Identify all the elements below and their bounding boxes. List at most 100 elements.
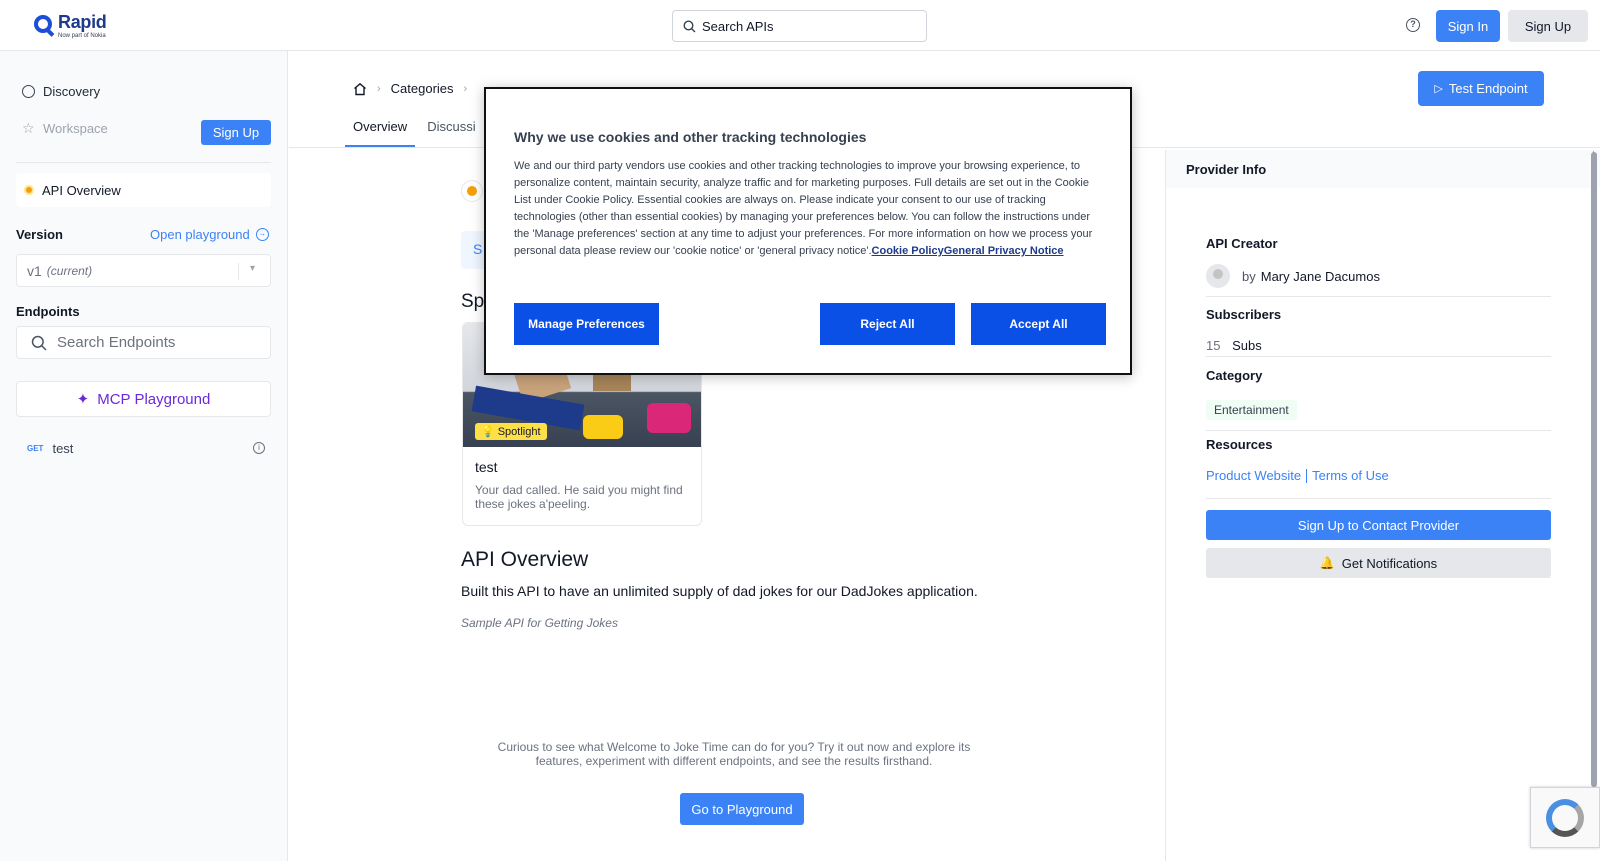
resources-links: Product Website Terms of Use: [1206, 468, 1389, 483]
home-icon[interactable]: [353, 82, 367, 96]
divider: [1206, 296, 1551, 297]
category-label: Category: [1206, 368, 1263, 383]
logo-subtitle: Now part of Nokia: [58, 33, 106, 39]
api-creator[interactable]: by Mary Jane Dacumos: [1206, 264, 1380, 288]
api-creator-label: API Creator: [1206, 236, 1278, 251]
avatar: [1206, 264, 1230, 288]
get-notifications-button[interactable]: 🔔 Get Notifications: [1206, 548, 1551, 578]
subscribers-unit: Subs: [1232, 338, 1262, 353]
endpoints-label: Endpoints: [16, 304, 80, 319]
select-separator: [238, 263, 239, 280]
product-website-link[interactable]: Product Website: [1206, 468, 1301, 483]
accept-all-button[interactable]: Accept All: [971, 303, 1106, 345]
lightbulb-icon: 💡: [481, 426, 495, 438]
contact-provider-button[interactable]: Sign Up to Contact Provider: [1206, 510, 1551, 540]
search-apis-input[interactable]: Search APIs: [672, 10, 927, 42]
sign-in-button[interactable]: Sign In: [1436, 10, 1500, 42]
search-endpoints-input[interactable]: Search Endpoints: [16, 326, 271, 359]
get-notifications-label: Get Notifications: [1341, 555, 1438, 571]
chevron-right-icon: ›: [377, 82, 381, 95]
spotlight-heading: Sp: [461, 291, 485, 312]
info-icon[interactable]: i: [253, 442, 265, 454]
cookie-body-text: We and our third party vendors use cooki…: [514, 160, 1093, 257]
search-icon: [683, 19, 696, 32]
search-apis-placeholder: Search APIs: [702, 18, 774, 34]
version-value: v1: [27, 262, 42, 279]
sidebar-item-label: Workspace: [43, 121, 108, 136]
breadcrumb: › Categories ›: [353, 81, 477, 96]
creator-name: Mary Jane Dacumos: [1260, 268, 1380, 284]
chevron-down-icon: ▾: [250, 263, 256, 274]
left-sidebar: Discovery ☆ Workspace Sign Up API Overvi…: [0, 51, 288, 861]
scrollbar[interactable]: [1591, 152, 1597, 787]
rapid-logo-icon: [34, 15, 52, 33]
sidebar-sign-up-button[interactable]: Sign Up: [201, 120, 271, 145]
version-label: Version: [16, 227, 63, 242]
manage-preferences-button[interactable]: Manage Preferences: [514, 303, 659, 345]
sparkle-icon: ✦: [76, 391, 90, 408]
method-badge: GET: [27, 444, 44, 453]
resources-label: Resources: [1206, 437, 1273, 452]
arrow-circle-icon: →: [255, 228, 269, 241]
search-endpoints-placeholder: Search Endpoints: [57, 334, 176, 351]
provider-info-panel: Provider Info API Creator by Mary Jane D…: [1165, 150, 1600, 861]
overview-text: Built this API to have an unlimited supp…: [461, 583, 978, 599]
test-endpoint-button[interactable]: ▷ Test Endpoint: [1418, 71, 1544, 106]
endpoint-item-test[interactable]: GET test i: [27, 441, 265, 456]
creator-by: by: [1242, 268, 1256, 284]
subscribers-number: 15: [1206, 338, 1221, 353]
search-icon: [31, 335, 47, 351]
compass-icon: [22, 85, 35, 98]
version-select[interactable]: v1 (current) ▾: [16, 254, 271, 287]
cookie-policy-link[interactable]: Cookie Policy: [872, 245, 944, 257]
sidebar-item-workspace[interactable]: ☆ Workspace: [22, 121, 108, 136]
subscribers-label: Subscribers: [1206, 307, 1282, 322]
version-tag: (current): [46, 263, 93, 278]
cookie-consent-modal: Why we use cookies and other tracking te…: [484, 87, 1132, 375]
open-playground-label: Open playground: [150, 227, 250, 242]
sidebar-item-label: Discovery: [43, 84, 101, 99]
help-icon[interactable]: ?: [1406, 18, 1420, 32]
go-to-playground-button[interactable]: Go to Playground: [680, 793, 804, 825]
provider-info-header: Provider Info: [1166, 150, 1600, 188]
sidebar-item-discovery[interactable]: Discovery: [22, 84, 100, 99]
link-separator: [1306, 468, 1308, 483]
mcp-playground-button[interactable]: ✦ MCP Playground: [16, 381, 271, 417]
cookie-modal-body: We and our third party vendors use cooki…: [514, 158, 1104, 260]
privacy-notice-link[interactable]: General Privacy Notice: [944, 245, 1064, 257]
endpoint-name: test: [52, 441, 74, 456]
divider: [1206, 430, 1551, 431]
tab-discussions[interactable]: Discussi: [419, 111, 483, 147]
play-icon: ▷: [1434, 83, 1443, 95]
divider: [1206, 356, 1551, 357]
tab-overview[interactable]: Overview: [345, 111, 416, 147]
playground-prompt: Curious to see what Welcome to Joke Time…: [497, 740, 971, 768]
spotlight-badge: 💡 Spotlight: [475, 423, 547, 440]
test-endpoint-label: Test Endpoint: [1448, 81, 1528, 96]
chevron-right-icon: ›: [463, 82, 468, 95]
cookie-modal-title: Why we use cookies and other tracking te…: [514, 129, 867, 145]
api-tabs: Overview Discussi: [345, 111, 488, 147]
spotlight-title: test: [475, 459, 498, 475]
rapid-logo[interactable]: Rapid Now part of Nokia: [34, 13, 107, 39]
divider: [1206, 498, 1551, 499]
recaptcha-icon: [1546, 798, 1584, 837]
star-icon: ☆: [22, 120, 35, 136]
reject-all-button[interactable]: Reject All: [820, 303, 955, 345]
sidebar-item-label: API Overview: [42, 182, 121, 198]
bell-icon: 🔔: [1319, 556, 1335, 570]
logo-name: Rapid: [58, 12, 107, 32]
overview-italic: Sample API for Getting Jokes: [461, 616, 618, 630]
sign-up-button[interactable]: Sign Up: [1508, 10, 1588, 42]
terms-of-use-link[interactable]: Terms of Use: [1312, 468, 1389, 483]
spotlight-badge-label: Spotlight: [497, 425, 541, 438]
open-playground-link[interactable]: Open playground →: [150, 227, 269, 242]
recaptcha-badge[interactable]: [1530, 787, 1600, 848]
api-logo: [461, 180, 483, 202]
divider: [16, 162, 271, 163]
spotlight-description: Your dad called. He said you might find …: [475, 483, 683, 511]
top-header: Rapid Now part of Nokia Search APIs ? Si…: [0, 0, 1600, 51]
category-badge[interactable]: Entertainment: [1206, 400, 1297, 420]
sidebar-item-api-overview[interactable]: API Overview: [16, 173, 271, 207]
breadcrumb-categories[interactable]: Categories: [391, 81, 454, 96]
